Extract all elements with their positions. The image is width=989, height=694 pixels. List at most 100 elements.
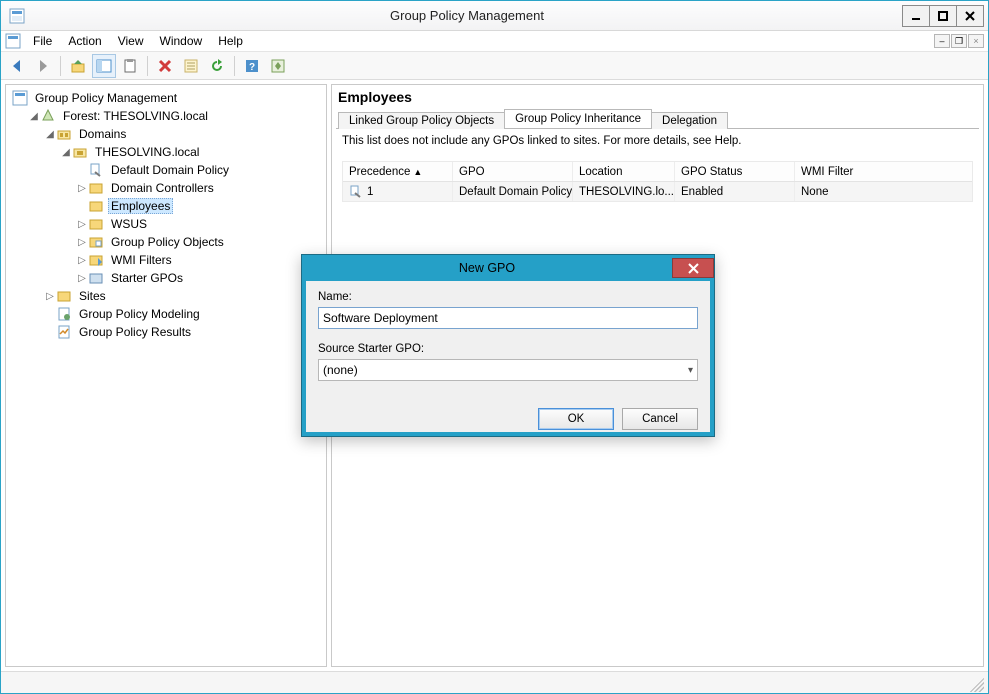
grid-row[interactable]: 1 Default Domain Policy THESOLVING.lo...… [343, 182, 972, 201]
tree-starter-gpos[interactable]: ▷ Starter GPOs [74, 269, 324, 287]
collapse-icon[interactable]: ◢ [28, 111, 40, 122]
gpo-folder-icon [88, 234, 104, 250]
new-gpo-dialog: New GPO Name: Source Starter GPO: (none)… [301, 254, 715, 437]
svg-text:?: ? [249, 62, 255, 73]
tree-root-label: Group Policy Management [32, 90, 180, 106]
starter-gpo-select[interactable]: (none) ▾ [318, 359, 698, 381]
name-label: Name: [318, 291, 698, 303]
ou-icon [88, 180, 104, 196]
forest-icon [40, 108, 56, 124]
hint-text: This list does not include any GPOs link… [342, 135, 973, 147]
refresh-icon[interactable] [205, 54, 229, 78]
tab-delegation[interactable]: Delegation [651, 112, 728, 129]
close-button[interactable] [956, 5, 984, 27]
app-icon [9, 8, 25, 24]
tree-gpo-container[interactable]: ▷ Group Policy Objects [74, 233, 324, 251]
nav-forward-icon[interactable] [31, 54, 55, 78]
tree-domain-controllers[interactable]: ▷ Domain Controllers [74, 179, 324, 197]
cancel-button[interactable]: Cancel [622, 408, 698, 430]
starter-value: (none) [323, 363, 358, 377]
col-precedence[interactable]: Precedence▲ [343, 162, 453, 181]
ou-icon [88, 198, 104, 214]
expand-icon[interactable]: ▷ [76, 183, 88, 194]
mmc-root-icon [12, 90, 28, 106]
tree-gpo-container-label: Group Policy Objects [108, 234, 227, 250]
col-wmi[interactable]: WMI Filter [795, 162, 972, 181]
tree-domains[interactable]: ◢ Domains [42, 125, 324, 143]
tree-employees-label: Employees [108, 198, 173, 214]
tree-forest[interactable]: ◢ Forest: THESOLVING.local [26, 107, 324, 125]
expand-icon[interactable]: ▷ [76, 219, 88, 230]
tree-modeling[interactable]: ▷ Group Policy Modeling [42, 305, 324, 323]
title-bar: Group Policy Management [1, 1, 988, 31]
tree-modeling-label: Group Policy Modeling [76, 306, 203, 322]
expand-icon[interactable]: ▷ [76, 273, 88, 284]
tab-linked-gpos[interactable]: Linked Group Policy Objects [338, 112, 505, 129]
dialog-body: Name: Source Starter GPO: (none) ▾ [306, 281, 710, 408]
col-gpo[interactable]: GPO [453, 162, 573, 181]
tree-results[interactable]: ▷ Group Policy Results [42, 323, 324, 341]
mdi-close[interactable]: × [968, 34, 984, 48]
modeling-icon [56, 306, 72, 322]
main-window: Group Policy Management File Action View… [0, 0, 989, 694]
tree-employees[interactable]: ▷ Employees [74, 197, 324, 215]
dialog-title: New GPO [302, 261, 672, 275]
menu-view[interactable]: View [110, 32, 152, 50]
show-tree-icon[interactable] [92, 54, 116, 78]
menu-action[interactable]: Action [60, 32, 109, 50]
tree-wsus[interactable]: ▷ WSUS [74, 215, 324, 233]
results-icon [56, 324, 72, 340]
resize-grip[interactable] [966, 674, 984, 692]
expand-icon[interactable]: ▷ [76, 237, 88, 248]
menu-file[interactable]: File [25, 32, 60, 50]
minimize-button[interactable] [902, 5, 930, 27]
tree-root[interactable]: Group Policy Management [10, 89, 324, 107]
expand-icon[interactable]: ▷ [76, 255, 88, 266]
tree-domain[interactable]: ◢ THESOLVING.local [58, 143, 324, 161]
content-header: Employees [336, 87, 979, 109]
menu-help[interactable]: Help [210, 32, 251, 50]
domain-icon [72, 144, 88, 160]
nav-back-icon[interactable] [5, 54, 29, 78]
col-location[interactable]: Location [573, 162, 675, 181]
expand-icon[interactable]: ▷ [44, 291, 56, 302]
name-input[interactable] [318, 307, 698, 329]
tree-wmi-label: WMI Filters [108, 252, 175, 268]
help-icon[interactable]: ? [240, 54, 264, 78]
menu-window[interactable]: Window [152, 32, 211, 50]
delete-icon[interactable] [153, 54, 177, 78]
mdi-restore[interactable]: ❐ [951, 34, 967, 48]
tree-starter-label: Starter GPOs [108, 270, 186, 286]
tree-wsus-label: WSUS [108, 216, 150, 232]
tree-default-policy[interactable]: ▷ Default Domain Policy [74, 161, 324, 179]
maximize-button[interactable] [929, 5, 957, 27]
tree-sites-label: Sites [76, 288, 109, 304]
up-icon[interactable] [66, 54, 90, 78]
properties-icon[interactable] [179, 54, 203, 78]
ok-button[interactable]: OK [538, 408, 614, 430]
mdi-minimize[interactable]: – [934, 34, 950, 48]
dialog-title-bar: New GPO [302, 255, 714, 281]
options-icon[interactable] [266, 54, 290, 78]
mmc-icon [5, 33, 21, 49]
policy-link-icon [349, 185, 363, 199]
dialog-close-button[interactable] [672, 258, 714, 278]
status-bar [1, 671, 988, 693]
tree-pane[interactable]: Group Policy Management ◢ Forest: THESOL… [5, 84, 327, 667]
tree-wmi-filters[interactable]: ▷ WMI Filters [74, 251, 324, 269]
ou-icon [88, 216, 104, 232]
sites-icon [56, 288, 72, 304]
tree-sites[interactable]: ▷ Sites [42, 287, 324, 305]
collapse-icon[interactable]: ◢ [44, 129, 56, 140]
mdi-controls: – ❐ × [933, 34, 984, 48]
col-status[interactable]: GPO Status [675, 162, 795, 181]
cell-wmi: None [795, 182, 972, 201]
cell-location: THESOLVING.lo... [573, 182, 675, 201]
starter-label: Source Starter GPO: [318, 343, 698, 355]
grid-header: Precedence▲ GPO Location GPO Status WMI … [343, 162, 972, 182]
tree-dc-label: Domain Controllers [108, 180, 217, 196]
tab-inheritance[interactable]: Group Policy Inheritance [504, 109, 652, 128]
tabs: Linked Group Policy Objects Group Policy… [336, 109, 979, 129]
collapse-icon[interactable]: ◢ [60, 147, 72, 158]
clipboard-icon[interactable] [118, 54, 142, 78]
